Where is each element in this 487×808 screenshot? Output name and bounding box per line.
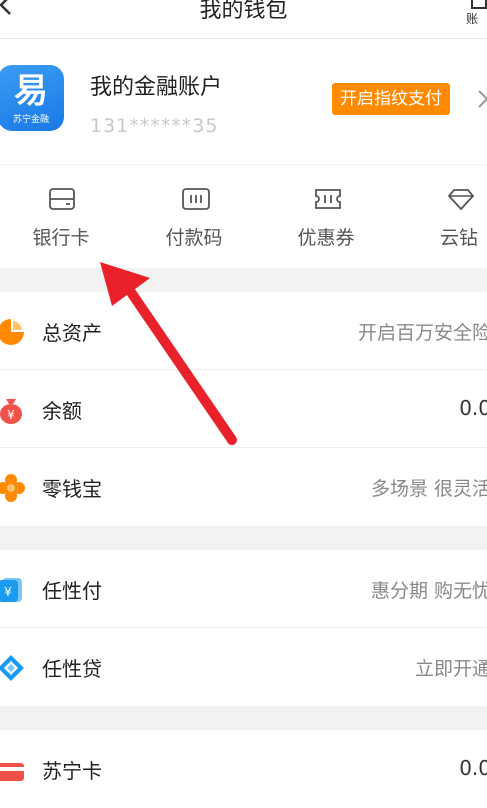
pie-chart-icon <box>0 319 24 345</box>
account-title: 我的金融账户 <box>90 75 223 100</box>
shortcut-coupon[interactable]: 优惠券 <box>271 165 381 265</box>
bill-icon <box>471 0 487 9</box>
row-suning-card[interactable]: 苏宁卡 0.0 <box>0 730 487 808</box>
row-value: 惠分期 购无忧 <box>370 580 487 602</box>
suning-finance-logo: 易 苏宁金融 <box>0 65 64 131</box>
loan-diamond-icon <box>0 655 24 681</box>
row-label: 零钱宝 <box>42 477 102 501</box>
shortcut-payment-code[interactable]: 付款码 <box>139 165 249 265</box>
payment-code-icon <box>182 188 210 210</box>
suning-card-icon <box>0 763 24 781</box>
shortcut-cloud-diamond[interactable]: 云钻 <box>404 165 487 265</box>
shortcut-label: 付款码 <box>165 227 223 249</box>
shortcut-bank-card[interactable]: 银行卡 <box>6 165 116 265</box>
logo-glyph: 易 <box>14 71 48 111</box>
svg-text:¥: ¥ <box>4 585 12 599</box>
logo-text: 苏宁金融 <box>12 115 49 125</box>
svg-text:¥: ¥ <box>7 408 15 422</box>
coin-flower-icon <box>0 474 25 502</box>
bill-button[interactable]: 账 <box>466 0 487 26</box>
row-value: 立即开通 <box>414 658 487 680</box>
yen-card-icon: ¥ <box>0 578 22 602</box>
row-easy-loan[interactable]: 任性贷 立即开通 <box>0 628 487 706</box>
section-gap <box>0 268 487 292</box>
shortcut-label: 云钻 <box>439 227 478 249</box>
money-bag-icon: ¥ <box>0 399 22 424</box>
account-card[interactable]: 易 苏宁金融 我的金融账户 131******35 开启指纹支付 <box>0 39 487 165</box>
row-value: 0.0 <box>459 396 487 420</box>
bank-card-icon <box>49 188 75 210</box>
section-gap <box>0 706 487 730</box>
row-change-treasure[interactable]: 零钱宝 多场景 很灵活 <box>0 448 487 526</box>
shortcut-label: 银行卡 <box>32 227 90 249</box>
row-label: 苏宁卡 <box>42 759 102 783</box>
shortcut-bar: 银行卡 付款码 优惠券 云钻 <box>0 165 487 268</box>
coupon-icon <box>315 189 341 209</box>
chevron-right-icon <box>478 90 487 108</box>
section-gap <box>0 526 487 550</box>
row-label: 任性付 <box>42 579 102 603</box>
row-label: 总资产 <box>42 321 102 345</box>
page-title: 我的钱包 <box>199 0 288 23</box>
enable-fingerprint-button[interactable]: 开启指纹支付 <box>332 83 450 115</box>
account-phone: 131******35 <box>90 115 219 137</box>
row-label: 任性贷 <box>42 657 102 681</box>
nav-bar: 我的钱包 账 <box>0 0 487 39</box>
row-easy-pay[interactable]: ¥ 任性付 惠分期 购无忧 <box>0 550 487 628</box>
diamond-icon <box>447 189 475 211</box>
shortcut-label: 优惠券 <box>297 227 355 249</box>
row-label: 余额 <box>42 399 82 423</box>
row-value: 开启百万安全险 <box>357 322 487 344</box>
row-balance[interactable]: ¥ 余额 0.0 <box>0 370 487 448</box>
row-total-assets[interactable]: 总资产 开启百万安全险 <box>0 292 487 370</box>
row-value: 多场景 很灵活 <box>370 478 487 500</box>
bill-label: 账 <box>466 12 479 26</box>
row-value: 0.0 <box>459 756 487 780</box>
